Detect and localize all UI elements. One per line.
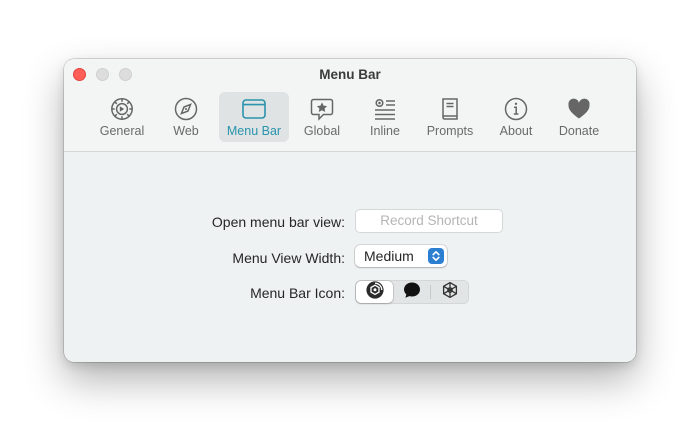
window-title: Menu Bar <box>319 67 381 82</box>
shortcut-label: Open menu bar view: <box>211 214 345 230</box>
preferences-toolbar: General Web Menu Bar Global Inline Promp… <box>64 92 636 144</box>
tab-donate-label: Donate <box>558 124 600 138</box>
star-bubble-icon <box>308 95 336 123</box>
tab-inline-label: Inline <box>370 124 400 138</box>
heart-icon <box>565 95 593 123</box>
menu-bar-icon-segmented-control <box>355 280 469 304</box>
tab-menu-bar[interactable]: Menu Bar <box>219 92 289 142</box>
tab-about[interactable]: About <box>494 92 538 142</box>
tab-prompts-label: Prompts <box>426 124 474 138</box>
icon-label: Menu Bar Icon: <box>250 285 345 301</box>
menu-bar-window-icon <box>240 95 268 123</box>
tab-global[interactable]: Global <box>298 92 346 142</box>
tab-prompts[interactable]: Prompts <box>422 92 478 142</box>
tab-inline[interactable]: Inline <box>362 92 408 142</box>
speech-bubble-icon <box>402 280 422 305</box>
info-icon <box>502 95 530 123</box>
tab-web-label: Web <box>173 124 199 138</box>
tab-web[interactable]: Web <box>164 92 208 142</box>
color-chat-logo-icon <box>365 280 385 305</box>
width-label: Menu View Width: <box>232 250 345 266</box>
book-icon <box>436 95 464 123</box>
tab-global-label: Global <box>303 124 341 138</box>
tab-general-label: General <box>99 124 145 138</box>
tab-about-label: About <box>499 124 533 138</box>
icon-row: Menu Bar Icon: <box>64 280 636 306</box>
icon-option-color-logo[interactable] <box>356 280 393 305</box>
record-shortcut-field[interactable]: Record Shortcut <box>355 209 503 233</box>
width-popup-button[interactable]: Medium <box>355 245 447 267</box>
width-row: Menu View Width: Medium <box>64 245 636 271</box>
tab-menu-bar-label: Menu Bar <box>226 124 282 138</box>
tab-donate[interactable]: Donate <box>554 92 604 142</box>
tab-general[interactable]: General <box>94 92 150 142</box>
shortcut-row: Open menu bar view: Record Shortcut <box>64 209 636 235</box>
compass-icon <box>172 95 200 123</box>
title-bar: Menu Bar General Web Menu Bar Global Inl… <box>64 59 636 152</box>
preferences-window: Menu Bar General Web Menu Bar Global Inl… <box>64 59 636 362</box>
text-list-icon <box>371 95 399 123</box>
gear-icon <box>108 95 136 123</box>
width-popup-value: Medium <box>364 248 414 264</box>
icon-option-bubble[interactable] <box>393 281 430 303</box>
icon-option-openai[interactable] <box>431 281 468 303</box>
openai-knot-icon <box>440 280 460 305</box>
chevron-up-down-icon <box>428 248 444 264</box>
